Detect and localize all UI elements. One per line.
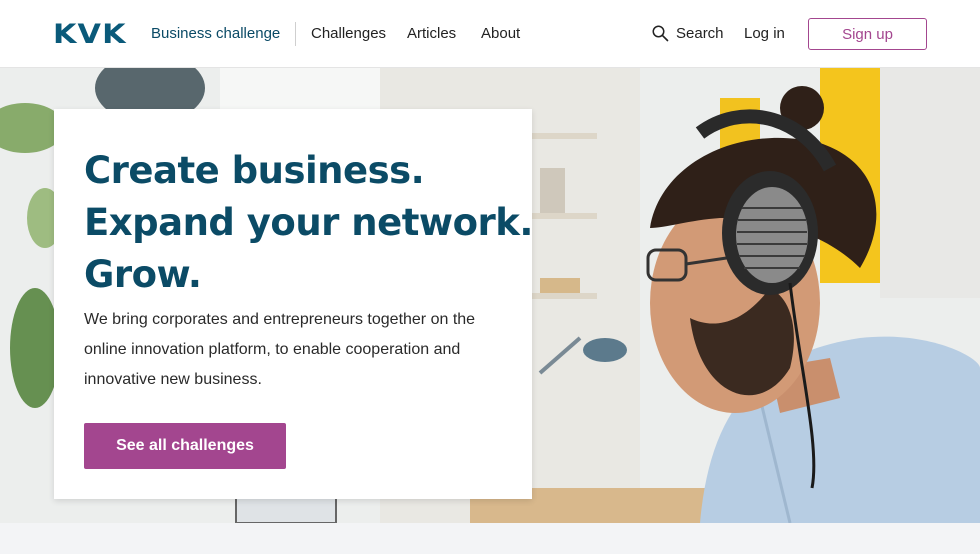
brand-subtitle[interactable]: Business challenge — [151, 25, 280, 43]
nav-item-articles[interactable]: Articles — [407, 25, 456, 43]
nav-item-about[interactable]: About — [481, 25, 520, 43]
see-all-challenges-button[interactable]: See all challenges — [84, 423, 286, 469]
signup-button[interactable]: Sign up — [808, 18, 927, 50]
search-button[interactable]: Search — [651, 24, 724, 42]
headline-line: Expand your network. — [84, 201, 533, 244]
hero-headline: Create business. Expand your network. Gr… — [84, 145, 533, 301]
page-content-strip — [0, 523, 980, 554]
search-icon — [652, 25, 669, 42]
hero-card: Create business. Expand your network. Gr… — [54, 109, 533, 499]
site-header: KVK Business challenge Challenges Articl… — [0, 0, 980, 68]
search-label: Search — [676, 24, 724, 42]
headline-line: Create business. — [84, 149, 425, 192]
hero-intro-text: We bring corporates and entrepreneurs to… — [84, 311, 476, 388]
nav-item-challenges[interactable]: Challenges — [311, 25, 386, 43]
headline-line: Grow. — [84, 253, 202, 296]
hero-section: Create business. Expand your network. Gr… — [0, 68, 980, 523]
kvk-logo[interactable]: KVK — [53, 21, 127, 49]
header-divider — [295, 22, 296, 46]
login-link[interactable]: Log in — [744, 25, 785, 43]
